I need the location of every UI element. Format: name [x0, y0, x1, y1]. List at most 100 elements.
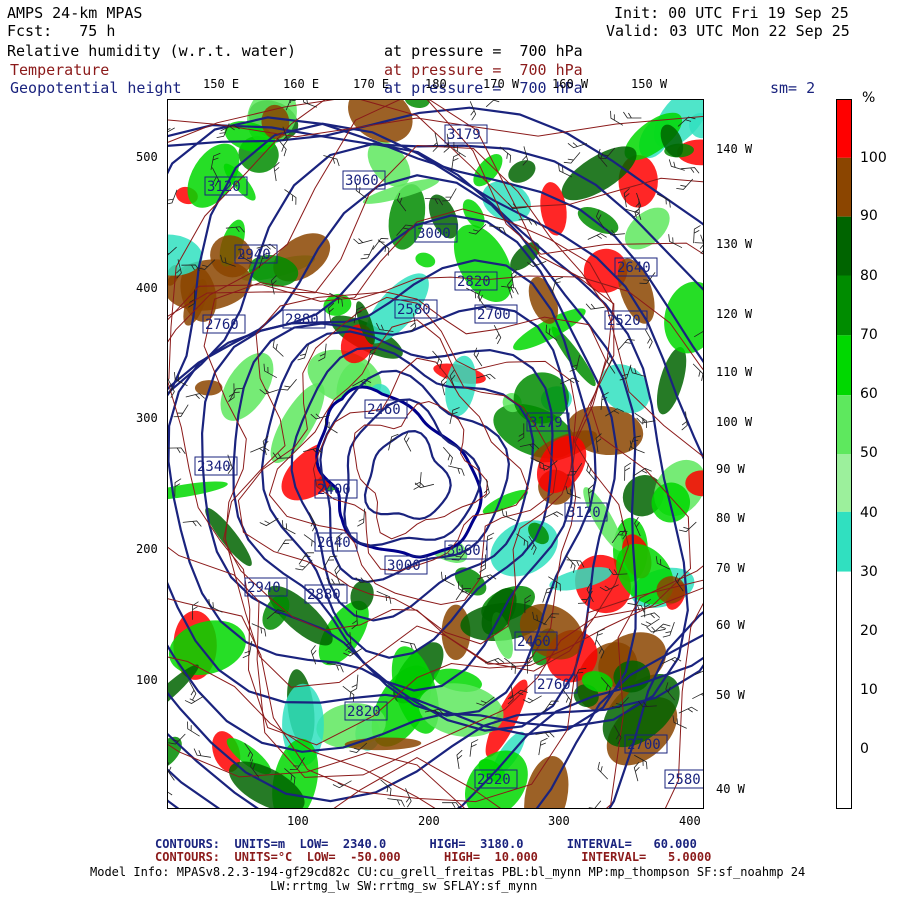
svg-text:2700: 2700 [627, 737, 661, 753]
height-contour-label: 2700 [474, 304, 518, 324]
colorbar-band [837, 395, 851, 454]
height-contour-label: 2520 [604, 310, 648, 330]
lon-label-right: 140 W [716, 142, 753, 156]
colorbar-label: 30 [860, 564, 878, 580]
smoothing-label: sm= 2 [770, 79, 816, 97]
colorbar-label: 10 [860, 682, 878, 698]
lon-label-right: 120 W [716, 307, 753, 321]
lon-label-right: 80 W [716, 511, 745, 525]
svg-text:2880: 2880 [285, 312, 319, 328]
height-contour-label: 3120 [204, 176, 248, 196]
field-rh-level: at pressure = 700 hPa [384, 42, 583, 60]
height-contour-label: 2460 [364, 399, 408, 419]
lon-label-right: 70 W [716, 561, 745, 575]
height-contour-label: 2400 [314, 479, 358, 499]
height-contour-label: 2760 [534, 674, 578, 694]
x-tick-label: 400 [679, 814, 701, 828]
lon-label-top: 160 W [552, 77, 589, 91]
svg-text:2820: 2820 [347, 704, 381, 720]
height-contour-label: 2940 [234, 244, 278, 264]
valid-time: Valid: 03 UTC Mon 22 Sep 25 [606, 22, 850, 40]
height-contour-label: 2700 [624, 734, 668, 754]
colorbar-label: 80 [860, 268, 878, 284]
svg-text:2760: 2760 [537, 677, 571, 693]
field-height-name: Geopotential height [10, 79, 182, 97]
footer-model-info-2: LW:rrtmg_lw SW:rrtmg_sw SFLAY:sf_mynn [270, 879, 538, 893]
svg-text:2580: 2580 [667, 772, 701, 788]
model-title: AMPS 24-km MPAS [7, 4, 143, 22]
svg-text:2580: 2580 [397, 302, 431, 318]
colorbar-label: 40 [860, 505, 878, 521]
svg-text:3060: 3060 [447, 543, 481, 559]
x-tick-label: 300 [548, 814, 570, 828]
svg-text:2340: 2340 [197, 459, 231, 475]
svg-text:3120: 3120 [207, 179, 241, 195]
colorbar-band [837, 454, 851, 512]
lon-label-right: 130 W [716, 237, 753, 251]
forecast-hour: Fcst: 75 h [7, 22, 116, 40]
x-tick-label: 100 [287, 814, 309, 828]
svg-text:2520: 2520 [477, 772, 511, 788]
svg-text:2700: 2700 [477, 307, 511, 323]
svg-text:2400: 2400 [317, 482, 351, 498]
height-contour-label: 2640 [614, 257, 658, 277]
colorbar-label: 60 [860, 386, 878, 402]
init-time: Init: 00 UTC Fri 19 Sep 25 [614, 4, 849, 22]
height-contour-label: 2880 [304, 584, 348, 604]
svg-text:3179: 3179 [529, 415, 563, 431]
colorbar-band [837, 216, 851, 276]
height-contour-label: 3120 [564, 502, 608, 522]
lon-label-right: 100 W [716, 415, 753, 429]
lon-label-top: 180 [425, 77, 447, 91]
height-contour-label: 2340 [194, 456, 238, 476]
lon-label-top: 170 W [483, 77, 520, 91]
colorbar-band [837, 511, 851, 572]
y-tick-label: 300 [136, 411, 158, 425]
colorbar-label: 50 [860, 445, 878, 461]
colorbar [836, 99, 852, 809]
lon-label-top: 160 E [283, 77, 320, 91]
footer-temp-contours: CONTOURS: UNITS=°C LOW= -50.000 HIGH= 10… [155, 850, 712, 864]
height-contour-label: 3000 [384, 555, 428, 575]
svg-text:2940: 2940 [237, 247, 271, 263]
y-tick-label: 200 [136, 542, 158, 556]
height-contour-label: 3179 [526, 412, 570, 432]
footer-model-info: Model Info: MPASv8.2.3-194-gf29cd82c CU:… [90, 865, 806, 879]
colorbar-band [837, 571, 851, 808]
svg-text:3060: 3060 [345, 173, 379, 189]
colorbar-band [837, 157, 851, 217]
height-contour-label: 2820 [344, 701, 388, 721]
height-contour-label: 2520 [474, 769, 518, 789]
lon-label-top: 150 W [631, 77, 668, 91]
lon-label-right: 110 W [716, 365, 753, 379]
y-tick-label: 500 [136, 150, 158, 164]
height-contour-label: 3060 [444, 540, 488, 560]
height-contour-label: 2880 [282, 309, 326, 329]
field-temp-name: Temperature [10, 61, 110, 79]
lon-label-top: 170 E [353, 77, 390, 91]
height-contour-label: 2640 [314, 532, 358, 552]
svg-text:2760: 2760 [205, 317, 239, 333]
svg-text:3120: 3120 [567, 505, 601, 521]
svg-text:2520: 2520 [607, 313, 641, 329]
height-contour-label: 2760 [202, 314, 246, 334]
height-contour-label: 3179 [444, 124, 488, 144]
svg-text:2940: 2940 [247, 580, 281, 596]
height-contour-label: 2580 [394, 299, 438, 319]
y-tick-label: 400 [136, 281, 158, 295]
height-contour-label: 3060 [342, 170, 386, 190]
height-contour-label: 3000 [414, 223, 458, 243]
y-tick-label: 100 [136, 673, 158, 687]
svg-text:2880: 2880 [307, 587, 341, 603]
colorbar-unit: % [862, 90, 876, 106]
svg-text:3000: 3000 [387, 558, 421, 574]
colorbar-label: 100 [860, 150, 887, 166]
colorbar-label: 20 [860, 623, 878, 639]
svg-text:3000: 3000 [417, 226, 451, 242]
map-panel: 3179 3120 3060 3000 2940 2880 2820 2760 2700 2640… [167, 99, 704, 809]
svg-text:2460: 2460 [367, 402, 401, 418]
svg-text:3179: 3179 [447, 127, 481, 143]
lon-label-top: 150 E [203, 77, 240, 91]
field-rh-name: Relative humidity (w.r.t. water) [7, 42, 296, 60]
svg-text:2460: 2460 [517, 634, 551, 650]
